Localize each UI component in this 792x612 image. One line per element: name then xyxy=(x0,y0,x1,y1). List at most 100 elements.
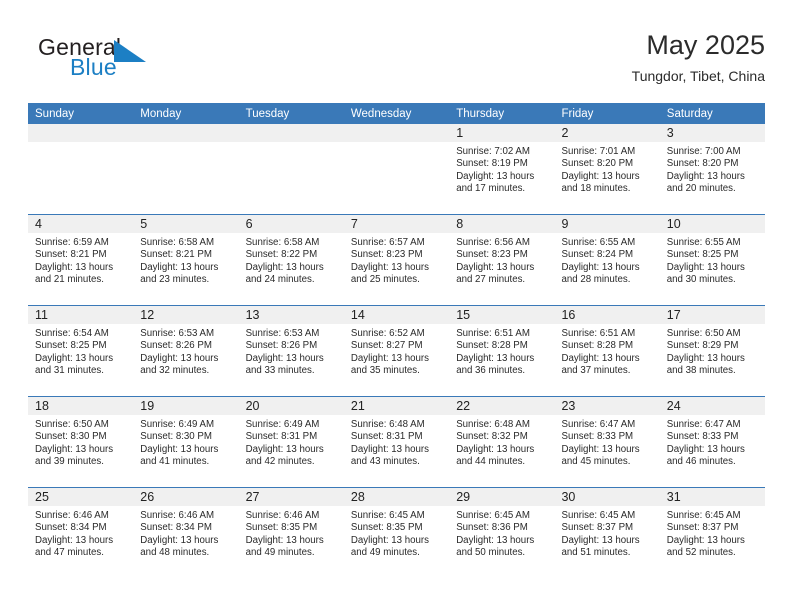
day-details: Sunrise: 6:49 AM Sunset: 8:30 PM Daylight:… xyxy=(133,415,238,468)
daylight-text-line2: and 33 minutes. xyxy=(245,364,315,376)
day-cell-inner: 31 Sunrise: 6:45 AM Sunset: 8:37 PM Dayligh… xyxy=(659,488,766,578)
day-number: 18 xyxy=(28,397,134,415)
sunrise-text: Sunrise: 6:45 AM xyxy=(561,510,636,521)
calendar-day-cell[interactable]: 6 Sunrise: 6:58 AM Sunset: 8:22 PM Daylight… xyxy=(238,214,344,306)
day-details: Sunrise: 6:50 AM Sunset: 8:30 PM Daylight:… xyxy=(28,415,133,468)
day-details: Sunrise: 6:45 AM Sunset: 8:35 PM Daylight:… xyxy=(344,506,449,559)
sunrise-text: Sunrise: 6:46 AM xyxy=(245,510,320,521)
calendar-day-cell[interactable]: 4 Sunrise: 6:59 AM Sunset: 8:21 PM Daylight… xyxy=(28,214,134,306)
day-details: Sunrise: 6:53 AM Sunset: 8:26 PM Daylight:… xyxy=(133,324,238,377)
sunset-text: Sunset: 8:20 PM xyxy=(666,158,739,170)
daylight-text-line2: and 20 minutes. xyxy=(666,182,736,194)
day-details: Sunrise: 6:45 AM Sunset: 8:36 PM Daylight:… xyxy=(449,506,554,559)
calendar-day-cell[interactable]: 3 Sunrise: 7:00 AM Sunset: 8:20 PM Daylight… xyxy=(659,124,766,215)
sunset-text: Sunset: 8:37 PM xyxy=(666,522,739,534)
calendar-table: Sunday Monday Tuesday Wednesday Thursday… xyxy=(28,103,766,578)
day-number: 7 xyxy=(343,215,450,233)
calendar-day-cell[interactable]: 18 Sunrise: 6:50 AM Sunset: 8:30 PM Dayligh… xyxy=(28,396,134,488)
calendar-day-cell[interactable]: 25 Sunrise: 6:46 AM Sunset: 8:34 PM Dayligh… xyxy=(28,487,134,578)
day-details: Sunrise: 6:59 AM Sunset: 8:21 PM Daylight:… xyxy=(28,233,133,286)
calendar-day-cell[interactable]: 30 Sunrise: 6:45 AM Sunset: 8:37 PM Dayligh… xyxy=(554,487,660,578)
calendar-day-cell[interactable]: 22 Sunrise: 6:48 AM Sunset: 8:32 PM Dayligh… xyxy=(449,396,555,488)
day-number: 27 xyxy=(238,488,344,506)
daylight-text-line1: Daylight: 13 hours xyxy=(456,261,535,273)
daylight-text-line1: Daylight: 13 hours xyxy=(561,534,640,546)
calendar-day-cell[interactable]: 26 Sunrise: 6:46 AM Sunset: 8:34 PM Dayligh… xyxy=(133,487,239,578)
day-number: 14 xyxy=(343,306,450,324)
calendar-day-cell[interactable]: 24 Sunrise: 6:47 AM Sunset: 8:33 PM Dayligh… xyxy=(659,396,766,488)
daylight-text-line1: Daylight: 13 hours xyxy=(350,534,429,546)
calendar-day-cell[interactable]: 20 Sunrise: 6:49 AM Sunset: 8:31 PM Dayligh… xyxy=(238,396,344,488)
daylight-text-line2: and 41 minutes. xyxy=(140,455,210,467)
day-cell-inner: 15 Sunrise: 6:51 AM Sunset: 8:28 PM Dayligh… xyxy=(449,306,555,396)
calendar-day-cell[interactable]: 9 Sunrise: 6:55 AM Sunset: 8:24 PM Daylight… xyxy=(554,214,660,306)
calendar-day-cell[interactable]: 28 Sunrise: 6:45 AM Sunset: 8:35 PM Dayligh… xyxy=(343,487,450,578)
daylight-text-line2: and 52 minutes. xyxy=(666,546,736,558)
sunrise-text: Sunrise: 6:53 AM xyxy=(140,328,215,339)
sunrise-text: Sunrise: 6:57 AM xyxy=(350,237,425,248)
sunset-text: Sunset: 8:30 PM xyxy=(35,431,107,443)
daylight-text-line2: and 44 minutes. xyxy=(456,455,526,467)
calendar-day-cell[interactable]: 29 Sunrise: 6:45 AM Sunset: 8:36 PM Dayligh… xyxy=(449,487,555,578)
daylight-text-line1: Daylight: 13 hours xyxy=(140,534,219,546)
title-block: May 2025 Tungdor, Tibet, China xyxy=(632,28,765,86)
calendar-day-cell[interactable]: 17 Sunrise: 6:50 AM Sunset: 8:29 PM Dayligh… xyxy=(659,305,766,397)
calendar-day-cell[interactable]: 5 Sunrise: 6:58 AM Sunset: 8:21 PM Daylight… xyxy=(133,214,239,306)
sunset-text: Sunset: 8:29 PM xyxy=(666,340,739,352)
calendar-day-cell[interactable]: 7 Sunrise: 6:57 AM Sunset: 8:23 PM Daylight… xyxy=(343,214,450,306)
calendar-day-cell[interactable]: 10 Sunrise: 6:55 AM Sunset: 8:25 PM Dayligh… xyxy=(659,214,766,306)
sunrise-text: Sunrise: 6:47 AM xyxy=(561,419,636,430)
day-number: 24 xyxy=(659,397,766,415)
weekday-header-thursday: Thursday xyxy=(449,103,555,124)
day-number: 28 xyxy=(343,488,450,506)
calendar-day-cell[interactable]: 14 Sunrise: 6:52 AM Sunset: 8:27 PM Dayligh… xyxy=(343,305,450,397)
day-cell-inner: 7 Sunrise: 6:57 AM Sunset: 8:23 PM Daylight… xyxy=(343,215,450,305)
calendar-week-row: 11 Sunrise: 6:54 AM Sunset: 8:25 PM Dayligh… xyxy=(28,305,766,397)
sunrise-text: Sunrise: 6:45 AM xyxy=(350,510,425,521)
calendar-day-cell[interactable]: 16 Sunrise: 6:51 AM Sunset: 8:28 PM Dayligh… xyxy=(554,305,660,397)
daylight-text-line2: and 36 minutes. xyxy=(456,364,526,376)
day-number: 25 xyxy=(28,488,134,506)
sunset-text: Sunset: 8:30 PM xyxy=(140,431,212,443)
day-details: Sunrise: 6:51 AM Sunset: 8:28 PM Daylight:… xyxy=(554,324,659,377)
calendar-day-cell[interactable]: 12 Sunrise: 6:53 AM Sunset: 8:26 PM Dayligh… xyxy=(133,305,239,397)
calendar-day-cell[interactable]: 13 Sunrise: 6:53 AM Sunset: 8:26 PM Dayligh… xyxy=(238,305,344,397)
brand-logo[interactable]: General Blue xyxy=(38,34,218,90)
day-cell-inner xyxy=(133,124,239,214)
calendar-day-cell[interactable]: 1 Sunrise: 7:02 AM Sunset: 8:19 PM Daylight… xyxy=(449,124,555,215)
day-number: 30 xyxy=(554,488,660,506)
day-number: 9 xyxy=(554,215,660,233)
calendar-day-cell[interactable]: 19 Sunrise: 6:49 AM Sunset: 8:30 PM Dayligh… xyxy=(133,396,239,488)
sunrise-text: Sunrise: 6:59 AM xyxy=(35,237,109,248)
day-cell-inner: 20 Sunrise: 6:49 AM Sunset: 8:31 PM Dayligh… xyxy=(238,397,344,487)
calendar-day-cell[interactable]: 8 Sunrise: 6:56 AM Sunset: 8:23 PM Daylight… xyxy=(449,214,555,306)
day-number: 20 xyxy=(238,397,344,415)
sunrise-text: Sunrise: 6:53 AM xyxy=(245,328,320,339)
day-number: 8 xyxy=(449,215,555,233)
calendar-day-cell[interactable]: 27 Sunrise: 6:46 AM Sunset: 8:35 PM Dayligh… xyxy=(238,487,344,578)
sunset-text: Sunset: 8:32 PM xyxy=(456,431,528,443)
sunset-text: Sunset: 8:28 PM xyxy=(561,340,634,352)
day-number: 3 xyxy=(659,124,766,142)
day-details: Sunrise: 7:01 AM Sunset: 8:20 PM Daylight:… xyxy=(554,142,659,195)
calendar-day-cell[interactable]: 11 Sunrise: 6:54 AM Sunset: 8:25 PM Dayligh… xyxy=(28,305,134,397)
day-number: 31 xyxy=(659,488,766,506)
day-cell-inner: 27 Sunrise: 6:46 AM Sunset: 8:35 PM Dayligh… xyxy=(238,488,344,578)
calendar-day-cell[interactable]: 2 Sunrise: 7:01 AM Sunset: 8:20 PM Daylight… xyxy=(554,124,660,215)
daylight-text-line2: and 25 minutes. xyxy=(350,273,420,285)
sunrise-text: Sunrise: 6:51 AM xyxy=(456,328,530,339)
sunrise-text: Sunrise: 6:55 AM xyxy=(666,237,741,248)
day-number: 4 xyxy=(28,215,134,233)
day-details: Sunrise: 6:47 AM Sunset: 8:33 PM Daylight:… xyxy=(554,415,659,468)
day-number: 19 xyxy=(133,397,239,415)
calendar-day-cell[interactable]: 23 Sunrise: 6:47 AM Sunset: 8:33 PM Dayligh… xyxy=(554,396,660,488)
day-details: Sunrise: 6:57 AM Sunset: 8:23 PM Daylight:… xyxy=(344,233,449,286)
calendar-day-cell[interactable]: 15 Sunrise: 6:51 AM Sunset: 8:28 PM Dayligh… xyxy=(449,305,555,397)
sunset-text: Sunset: 8:20 PM xyxy=(561,158,634,170)
calendar-day-cell[interactable]: 31 Sunrise: 6:45 AM Sunset: 8:37 PM Dayligh… xyxy=(659,487,766,578)
day-cell-inner: 22 Sunrise: 6:48 AM Sunset: 8:32 PM Dayligh… xyxy=(449,397,555,487)
calendar-day-cell[interactable]: 21 Sunrise: 6:48 AM Sunset: 8:31 PM Dayligh… xyxy=(343,396,450,488)
day-cell-inner: 25 Sunrise: 6:46 AM Sunset: 8:34 PM Dayligh… xyxy=(28,488,134,578)
flag-triangle-icon xyxy=(114,40,146,62)
day-cell-inner xyxy=(343,124,450,214)
